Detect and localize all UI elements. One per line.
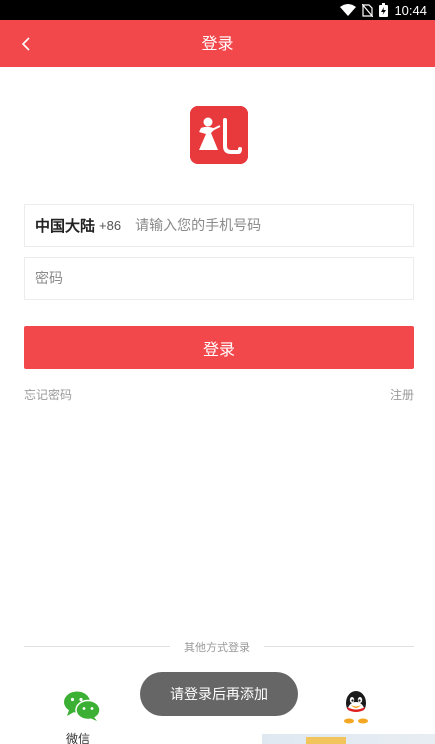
- watermark-bar: [306, 737, 346, 744]
- country-code[interactable]: +86: [99, 218, 121, 233]
- phone-input[interactable]: [135, 205, 413, 246]
- watermark: [262, 734, 435, 744]
- region-selector[interactable]: 中国大陆: [35, 215, 95, 236]
- password-field: [24, 257, 414, 300]
- back-button[interactable]: [8, 20, 44, 67]
- divider-right: [264, 646, 414, 647]
- app-logo-icon: [190, 106, 248, 164]
- phone-field: 中国大陆 +86: [24, 204, 414, 247]
- wechat-label[interactable]: 微信: [66, 730, 90, 744]
- toast-message: 请登录后再添加: [140, 672, 298, 716]
- battery-icon: [379, 3, 389, 17]
- login-button[interactable]: 登录: [24, 326, 414, 369]
- register-link[interactable]: 注册: [390, 386, 414, 403]
- forgot-password-link[interactable]: 忘记密码: [24, 386, 72, 403]
- wechat-icon[interactable]: [63, 690, 101, 722]
- app-logo: [190, 106, 248, 164]
- chevron-left-icon: [21, 36, 30, 51]
- divider-left: [24, 646, 170, 647]
- no-sim-icon: [362, 3, 374, 17]
- status-time: 10:44: [394, 2, 427, 18]
- password-input[interactable]: [35, 258, 413, 299]
- page-title: 登录: [201, 34, 234, 53]
- other-login-title: 其他方式登录: [184, 641, 250, 654]
- status-icons: 10:44: [340, 0, 427, 20]
- wifi-icon: [340, 4, 357, 16]
- header-bar: 登录: [0, 20, 435, 67]
- qq-icon[interactable]: [340, 690, 372, 724]
- status-bar: 10:44: [0, 0, 435, 20]
